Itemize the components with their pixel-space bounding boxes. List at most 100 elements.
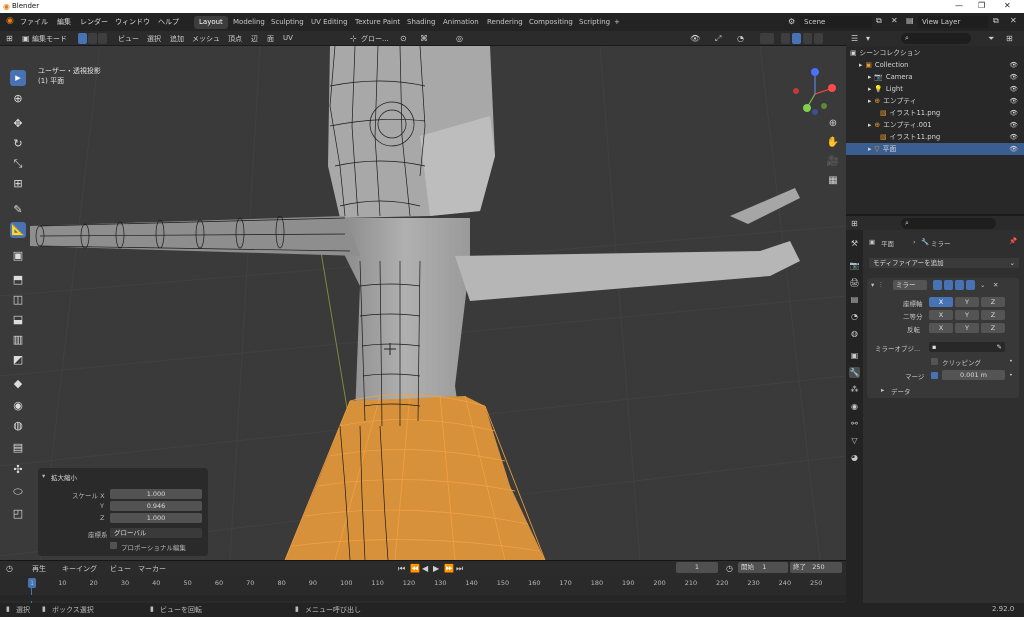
pin-icon[interactable]: 📌 <box>1009 237 1017 245</box>
xray-toggle[interactable] <box>760 33 774 44</box>
mode-selector[interactable]: 編集モード <box>32 34 67 44</box>
menu-window[interactable]: ウィンドウ <box>115 17 150 27</box>
view-layer-selector[interactable]: View Layer <box>918 16 988 28</box>
pan-hand-icon[interactable]: ✋ <box>825 137 841 151</box>
tab-sculpting[interactable]: Sculpting <box>266 16 309 29</box>
menu-marker[interactable]: マーカー <box>138 564 166 574</box>
scale-tool-icon[interactable]: ⤡ <box>10 156 26 172</box>
modifier-menu-chevron-icon[interactable]: ⌄ <box>980 281 985 289</box>
knife-tool-icon[interactable]: ◩ <box>10 352 26 368</box>
display-mode-icon[interactable]: ▾ <box>866 34 870 43</box>
eye-icon[interactable]: 👁 <box>1009 83 1018 95</box>
expand-arrow-icon[interactable]: ▸ <box>868 121 871 129</box>
menu-select[interactable]: 選択 <box>147 34 161 44</box>
menu-edge[interactable]: 辺 <box>251 34 258 44</box>
select-tool-icon[interactable]: ▸ <box>10 70 26 86</box>
outliner-row[interactable]: ▧ イラスト11.png 👁 <box>846 131 1024 143</box>
edge-select-button[interactable] <box>88 33 97 44</box>
menu-file[interactable]: ファイル <box>20 17 48 27</box>
expand-arrow-icon[interactable]: ▸ <box>868 97 871 105</box>
material-shading-button[interactable] <box>803 33 812 44</box>
cage-toggle-icon[interactable] <box>944 280 953 290</box>
poly-build-tool-icon[interactable]: ◆ <box>10 376 26 392</box>
menu-view[interactable]: ビュー <box>118 34 139 44</box>
outliner-row[interactable]: ▸ ⊕ エンプティ.001 👁 <box>846 119 1024 131</box>
menu-face[interactable]: 面 <box>267 34 274 44</box>
outliner-search-input[interactable]: ⌕ <box>901 33 971 44</box>
tab-compositing[interactable]: Compositing <box>524 16 578 29</box>
object-tab-icon[interactable]: ▣ <box>849 350 860 361</box>
view-layer-tab-icon[interactable]: ▤ <box>849 294 860 305</box>
expand-arrow-icon[interactable]: ▸ <box>868 73 871 81</box>
ortho-grid-icon[interactable]: ▦ <box>825 175 841 189</box>
delete-view-layer-icon[interactable]: ✕ <box>1010 16 1017 25</box>
bisect-x-toggle[interactable]: X <box>929 310 953 320</box>
outliner-editor-icon[interactable]: ☰ <box>851 34 858 43</box>
tab-rendering[interactable]: Rendering <box>482 16 528 29</box>
new-view-layer-icon[interactable]: ⧉ <box>993 16 999 26</box>
bevel-tool-icon[interactable]: ⬓ <box>10 312 26 328</box>
data-expand-icon[interactable]: ▸ <box>881 386 884 394</box>
start-frame-field[interactable]: 開始 1 <box>738 562 788 573</box>
scale-z-field[interactable]: 1.000 <box>110 513 202 523</box>
maximize-button[interactable]: ❐ <box>978 1 985 10</box>
camera-view-icon[interactable]: 🎥 <box>825 156 841 170</box>
face-select-button[interactable] <box>98 33 107 44</box>
rip-tool-icon[interactable]: ◰ <box>10 506 26 522</box>
tab-uv-editing[interactable]: UV Editing <box>306 16 353 29</box>
jump-start-icon[interactable]: ⏮ <box>398 564 405 574</box>
proportional-edit-icon[interactable]: ◎ <box>456 34 463 43</box>
editor-type-icon[interactable]: ⊞ <box>6 34 13 43</box>
snap-icon[interactable]: ⌘ <box>420 34 428 43</box>
zoom-icon[interactable]: ⊕ <box>825 118 841 132</box>
timeline-area[interactable]: 1 10 20 30 40 50 60 70 80 90 100 110 120 130 140 150 160… <box>0 575 846 603</box>
axis-z-toggle[interactable]: Z <box>981 297 1005 307</box>
clipping-checkbox[interactable] <box>931 358 938 365</box>
scale-y-field[interactable]: 0.946 <box>110 501 202 511</box>
move-tool-icon[interactable]: ✥ <box>10 116 26 132</box>
menu-mesh[interactable]: メッシュ <box>192 34 220 44</box>
eye-icon[interactable]: 👁 <box>1009 143 1018 155</box>
shrink-fatten-tool-icon[interactable]: ✣ <box>10 462 26 478</box>
render-tab-icon[interactable]: 📷 <box>849 260 860 271</box>
current-frame-field[interactable]: 1 <box>676 562 718 573</box>
orientation-dropdown[interactable]: グローバル <box>110 528 202 538</box>
mirror-object-field[interactable]: ▪ ✎ <box>929 342 1005 352</box>
add-workspace-button[interactable]: + <box>609 16 625 29</box>
menu-timeline-view[interactable]: ビュー <box>110 564 131 574</box>
inset-tool-icon[interactable]: ◫ <box>10 292 26 308</box>
eye-icon[interactable]: 👁 <box>1009 107 1018 119</box>
render-toggle-icon[interactable] <box>966 280 975 290</box>
viewport-toggle-icon[interactable] <box>955 280 964 290</box>
outliner-row[interactable]: ▸ ▽ 平面 👁 <box>846 143 1024 155</box>
visibility-icon[interactable]: 👁 <box>690 34 700 43</box>
expand-arrow-icon[interactable]: ▸ <box>859 61 862 69</box>
next-key-icon[interactable]: ⏩ <box>444 564 454 573</box>
menu-add[interactable]: 追加 <box>170 34 184 44</box>
properties-search-input[interactable]: ⌕ <box>901 218 996 229</box>
collapse-arrow-icon[interactable]: ▾ <box>42 472 45 480</box>
measure-tool-icon[interactable]: 📐 <box>10 222 26 238</box>
tool-tab-icon[interactable]: ⚒ <box>849 238 860 249</box>
filter-icon[interactable]: ⏷ <box>988 34 994 44</box>
data-tab-icon[interactable]: ▽ <box>849 435 860 446</box>
overlay-icon[interactable]: ◔ <box>737 34 744 43</box>
axis-x-toggle[interactable]: X <box>929 297 953 307</box>
edge-slide-tool-icon[interactable]: ▤ <box>10 440 26 456</box>
modifier-tab-icon[interactable]: 🔧 <box>849 367 860 378</box>
extrude-tool-icon[interactable]: ⬒ <box>10 272 26 288</box>
timeline-scrollbar[interactable] <box>0 595 846 601</box>
material-tab-icon[interactable]: ◕ <box>849 452 860 463</box>
merge-keyframe-dot[interactable]: • <box>1009 371 1013 379</box>
outliner-row[interactable]: ▸ 📷 Camera 👁 <box>846 71 1024 83</box>
eye-icon[interactable]: 👁 <box>1009 59 1018 71</box>
add-cube-tool-icon[interactable]: ▣ <box>10 248 26 264</box>
outliner-row[interactable]: ▸ 💡 Light 👁 <box>846 83 1024 95</box>
outliner-row[interactable]: ▧ イラスト11.png 👁 <box>846 107 1024 119</box>
navigation-gizmo[interactable] <box>793 68 836 115</box>
editmode-toggle-icon[interactable] <box>933 280 942 290</box>
tab-layout[interactable]: Layout <box>194 16 228 29</box>
new-scene-icon[interactable]: ⧉ <box>876 16 882 26</box>
menu-help[interactable]: ヘルプ <box>158 17 179 27</box>
scale-x-field[interactable]: 1.000 <box>110 489 202 499</box>
